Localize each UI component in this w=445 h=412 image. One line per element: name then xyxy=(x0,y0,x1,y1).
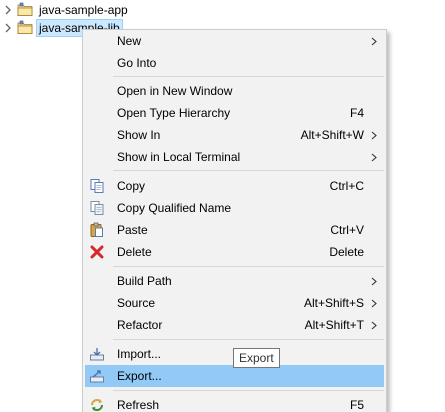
menu-separator xyxy=(113,76,384,77)
menu-item-shortcut: Alt+Shift+T xyxy=(304,318,364,332)
menu-item-label: New xyxy=(117,34,142,48)
paste-icon xyxy=(89,222,105,238)
menu-item-label: Build Path xyxy=(117,274,172,288)
menu-item-label: Source xyxy=(117,296,156,310)
menu-item-refresh[interactable]: Refresh F5 xyxy=(85,394,384,412)
menu-item-label: Import... xyxy=(117,347,162,361)
delete-icon xyxy=(89,244,105,260)
menu-item-label: Refactor xyxy=(117,318,163,332)
menu-item-show-in-local-terminal[interactable]: Show in Local Terminal xyxy=(85,146,384,168)
menu-item-shortcut: F5 xyxy=(349,398,364,412)
submenu-arrow-icon xyxy=(370,295,378,311)
export-icon xyxy=(89,368,105,384)
submenu-arrow-icon xyxy=(370,149,378,165)
menu-item-open-in-new-window[interactable]: Open in New Window xyxy=(85,80,384,102)
menu-item-label: Open Type Hierarchy xyxy=(117,106,231,120)
menu-item-label: Copy Qualified Name xyxy=(117,201,232,215)
workspace: java-sample-app java-sample-lib New Go I… xyxy=(0,0,445,412)
menu-item-copy-qualified-name[interactable]: Copy Qualified Name xyxy=(85,197,384,219)
refresh-icon xyxy=(89,397,105,412)
menu-separator xyxy=(113,339,384,340)
tree-item-java-sample-app[interactable]: java-sample-app xyxy=(0,1,130,19)
submenu-arrow-icon xyxy=(370,127,378,143)
menu-item-label: Go Into xyxy=(117,56,157,70)
menu-item-label: Paste xyxy=(117,223,148,237)
menu-item-shortcut: Delete xyxy=(329,245,364,259)
project-folder-icon xyxy=(17,2,33,18)
menu-item-open-type-hierarchy[interactable]: Open Type Hierarchy F4 xyxy=(85,102,384,124)
menu-item-paste[interactable]: Paste Ctrl+V xyxy=(85,219,384,241)
submenu-arrow-icon xyxy=(370,317,378,333)
menu-item-source[interactable]: Source Alt+Shift+S xyxy=(85,292,384,314)
menu-item-label: Copy xyxy=(117,179,146,193)
menu-item-copy[interactable]: Copy Ctrl+C xyxy=(85,175,384,197)
menu-item-label: Open in New Window xyxy=(117,84,233,98)
submenu-arrow-icon xyxy=(370,33,378,49)
menu-item-label: Export... xyxy=(117,369,162,383)
menu-separator xyxy=(113,170,384,171)
menu-item-delete[interactable]: Delete Delete xyxy=(85,241,384,263)
menu-item-label: Refresh xyxy=(117,398,160,412)
menu-separator xyxy=(113,266,384,267)
chevron-right-icon[interactable] xyxy=(0,1,16,19)
menu-item-label: Delete xyxy=(117,245,152,259)
menu-item-shortcut: Alt+Shift+W xyxy=(300,128,364,142)
menu-item-label: Show In xyxy=(117,128,161,142)
copy-icon xyxy=(89,178,105,194)
import-icon xyxy=(89,346,105,362)
submenu-arrow-icon xyxy=(370,273,378,289)
menu-separator xyxy=(113,390,384,391)
menu-item-show-in[interactable]: Show In Alt+Shift+W xyxy=(85,124,384,146)
export-tooltip: Export xyxy=(233,348,280,368)
menu-item-shortcut: Alt+Shift+S xyxy=(303,296,364,310)
menu-item-shortcut: Ctrl+C xyxy=(329,179,364,193)
project-folder-icon xyxy=(17,20,33,36)
menu-item-go-into[interactable]: Go Into xyxy=(85,52,384,74)
menu-item-new[interactable]: New xyxy=(85,30,384,52)
menu-item-build-path[interactable]: Build Path xyxy=(85,270,384,292)
copy-qualified-icon xyxy=(89,200,105,216)
menu-item-label: Show in Local Terminal xyxy=(117,150,241,164)
menu-item-shortcut: F4 xyxy=(349,106,364,120)
menu-item-export[interactable]: Export... xyxy=(85,365,384,387)
tree-item-label: java-sample-app xyxy=(39,3,128,17)
menu-item-refactor[interactable]: Refactor Alt+Shift+T xyxy=(85,314,384,336)
menu-item-shortcut: Ctrl+V xyxy=(330,223,364,237)
chevron-right-icon[interactable] xyxy=(0,19,16,37)
